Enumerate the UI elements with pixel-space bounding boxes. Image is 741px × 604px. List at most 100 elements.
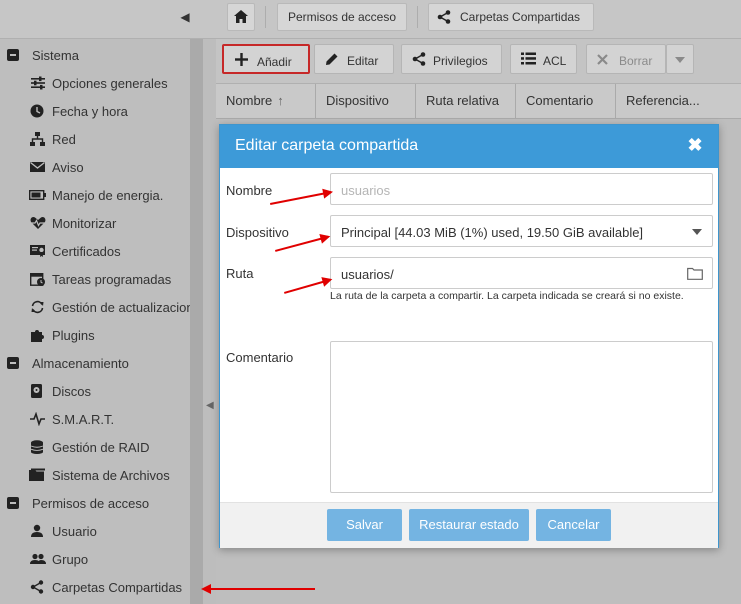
column-dispositivo[interactable]: Dispositivo — [316, 84, 416, 118]
privileges-label: Privilegios — [433, 54, 488, 68]
collapse-sidebar-icon[interactable]: ◀ — [178, 10, 192, 26]
folder-browse-icon[interactable] — [687, 267, 703, 280]
sidebar: Sistema Opciones generales Fecha y hora … — [0, 39, 190, 604]
comment-textarea[interactable] — [330, 341, 713, 493]
breadcrumb-permisos[interactable]: Permisos de acceso — [277, 3, 407, 31]
sidebar-item-label: Certificados — [52, 244, 121, 259]
column-label: Ruta relativa — [426, 93, 499, 108]
sidebar-item-certificados[interactable]: Certificados — [0, 237, 190, 265]
column-referencia[interactable]: Referencia... — [616, 84, 741, 118]
group-icon — [30, 553, 46, 564]
dialog-titlebar: Editar carpeta compartida ✖ — [220, 125, 718, 168]
pulse-icon — [30, 412, 45, 426]
sort-ascending-icon: ↑ — [277, 93, 284, 108]
grid-header: Nombre ↑ Dispositivo Ruta relativa Coment… — [216, 84, 741, 119]
sidebar-item-opciones-generales[interactable]: Opciones generales — [0, 69, 190, 97]
column-label: Dispositivo — [326, 93, 389, 108]
breadcrumb-label: Permisos de acceso — [287, 10, 397, 24]
column-label: Referencia... — [626, 93, 700, 108]
share-icon — [412, 52, 426, 66]
sidebar-item-carpetas-compartidas[interactable]: Carpetas Compartidas — [0, 573, 190, 601]
sidebar-item-label: Plugins — [52, 328, 95, 343]
sidebar-item-smart[interactable]: S.M.A.R.T. — [0, 405, 190, 433]
pencil-icon — [326, 53, 338, 65]
sidebar-item-discos[interactable]: Discos — [0, 377, 190, 405]
collapse-group-icon — [7, 357, 19, 369]
sidebar-item-sistema-archivos[interactable]: Sistema de Archivos — [0, 461, 190, 489]
sidebar-item-usuario[interactable]: Usuario — [0, 517, 190, 545]
x-icon — [597, 54, 608, 65]
collapse-group-icon — [7, 497, 19, 509]
path-field[interactable]: usuarios/ — [330, 257, 713, 289]
puzzle-icon — [31, 330, 44, 342]
delete-menu-button[interactable] — [666, 44, 694, 74]
path-value: usuarios/ — [341, 267, 394, 282]
sidebar-item-label: S.M.A.R.T. — [52, 412, 115, 427]
sidebar-group-permisos[interactable]: Permisos de acceso — [0, 489, 190, 517]
sidebar-group-sistema[interactable]: Sistema — [0, 41, 190, 69]
sidebar-item-actualizaciones[interactable]: Gestión de actualizacion — [0, 293, 190, 321]
sidebar-item-label: Discos — [52, 384, 92, 399]
annotation-arrow-sidebar — [201, 584, 315, 594]
disk-icon — [31, 384, 42, 398]
sidebar-item-grupo[interactable]: Grupo — [0, 545, 190, 573]
reset-button[interactable]: Restaurar estado — [409, 509, 529, 541]
close-icon[interactable]: ✖ — [687, 136, 703, 154]
folder-icon — [29, 468, 45, 481]
acl-button[interactable]: ACL — [510, 44, 577, 74]
chevron-down-icon — [675, 57, 685, 63]
save-button[interactable]: Salvar — [327, 509, 402, 541]
add-button[interactable]: Añadir — [222, 44, 310, 74]
envelope-icon — [30, 161, 45, 172]
breadcrumb-carpetas[interactable]: Carpetas Compartidas — [428, 3, 594, 31]
sidebar-group-almacenamiento[interactable]: Almacenamiento — [0, 349, 190, 377]
splitter-collapse-icon[interactable]: ◀ — [206, 400, 214, 420]
sidebar-item-tareas[interactable]: Tareas programadas — [0, 265, 190, 293]
sidebar-item-label: Aviso — [52, 160, 84, 175]
path-label: Ruta — [226, 266, 254, 281]
comment-label: Comentario — [226, 350, 294, 365]
sidebar-item-energia[interactable]: Manejo de energia. — [0, 181, 190, 209]
device-select[interactable]: Principal [44.03 MiB (1%) used, 19.50 Gi… — [330, 215, 713, 247]
sidebar-item-monitorizar[interactable]: Monitorizar — [0, 209, 190, 237]
acl-label: ACL — [543, 54, 567, 68]
sidebar-item-label: Grupo — [52, 552, 89, 567]
sliders-icon — [31, 76, 45, 90]
column-label: Nombre — [226, 93, 273, 108]
delete-button[interactable]: Borrar — [586, 44, 666, 74]
privileges-button[interactable]: Privilegios — [401, 44, 502, 74]
share-icon — [30, 580, 44, 594]
sidebar-item-label: Red — [52, 132, 76, 147]
heartbeat-icon — [30, 216, 46, 229]
name-field[interactable]: usuarios — [330, 173, 713, 205]
sidebar-scrollbar[interactable] — [190, 39, 203, 604]
sidebar-item-label: Monitorizar — [52, 216, 117, 231]
sidebar-item-label: Gestión de RAID — [52, 440, 150, 455]
sidebar-group-label: Permisos de acceso — [32, 496, 150, 511]
sidebar-item-aviso[interactable]: Aviso — [0, 153, 190, 181]
breadcrumb-separator — [417, 6, 418, 28]
dialog-title: Editar carpeta compartida — [235, 137, 419, 154]
home-button[interactable] — [227, 3, 255, 31]
sidebar-item-plugins[interactable]: Plugins — [0, 321, 190, 349]
home-icon — [234, 10, 248, 23]
breadcrumb-label: Carpetas Compartidas — [460, 10, 581, 24]
column-ruta[interactable]: Ruta relativa — [416, 84, 516, 118]
cancel-button[interactable]: Cancelar — [536, 509, 611, 541]
sidebar-item-fecha-hora[interactable]: Fecha y hora — [0, 97, 190, 125]
list-icon — [521, 52, 536, 65]
sidebar-item-red[interactable]: Red — [0, 125, 190, 153]
column-label: Comentario — [526, 93, 594, 108]
column-comentario[interactable]: Comentario — [516, 84, 616, 118]
plus-icon — [235, 53, 248, 66]
refresh-icon — [31, 300, 44, 314]
collapse-group-icon — [7, 49, 19, 61]
sidebar-item-label: Fecha y hora — [52, 104, 128, 119]
breadcrumb-separator — [265, 6, 266, 28]
sidebar-group-label: Almacenamiento — [32, 356, 129, 371]
edit-button[interactable]: Editar — [314, 44, 394, 74]
column-nombre[interactable]: Nombre ↑ — [216, 84, 316, 118]
sidebar-item-raid[interactable]: Gestión de RAID — [0, 433, 190, 461]
reset-label: Restaurar estado — [419, 517, 519, 532]
save-label: Salvar — [346, 517, 383, 532]
